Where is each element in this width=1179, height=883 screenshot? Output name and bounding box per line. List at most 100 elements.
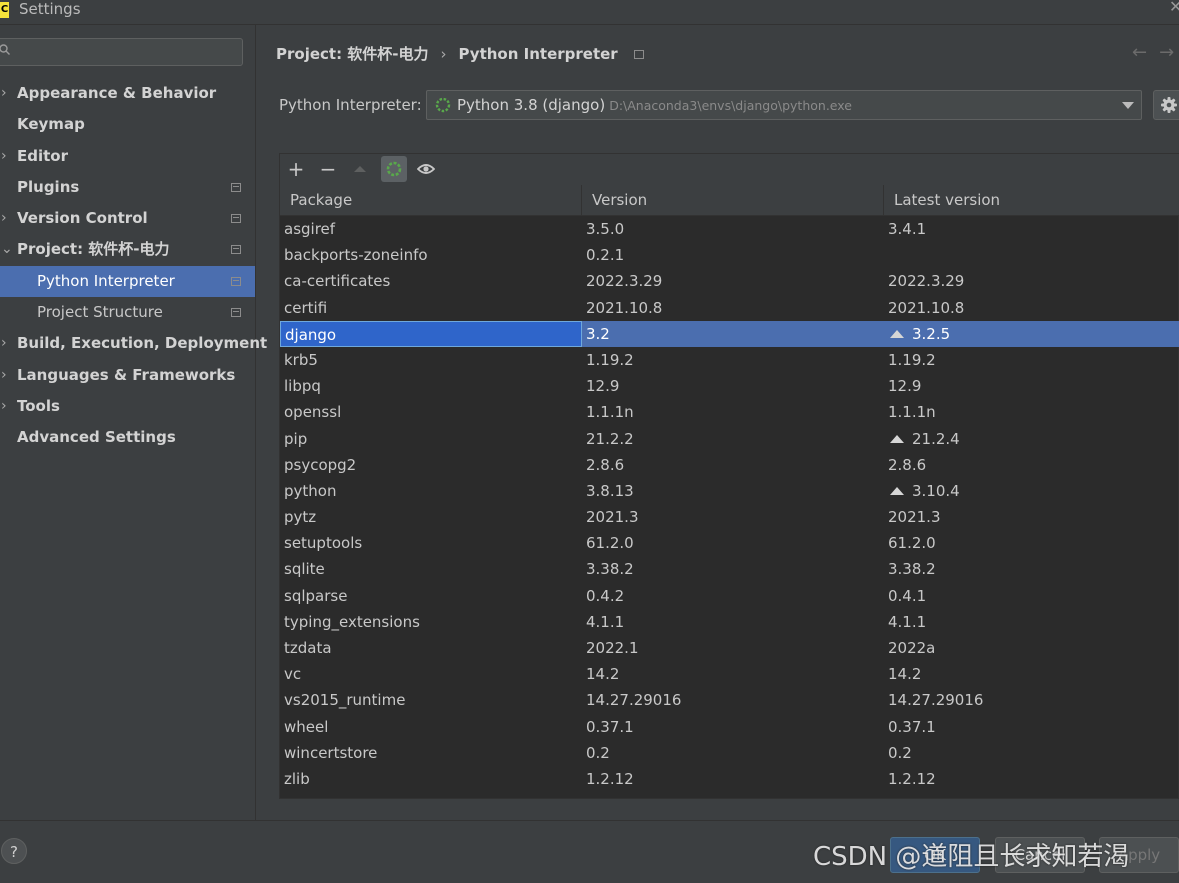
upgrade-available-icon: [890, 486, 904, 495]
sidebar-item-keymap[interactable]: Keymap: [0, 109, 255, 140]
latest-version-cell: 2021.10.8: [884, 295, 1179, 321]
version-cell: 14.2: [582, 661, 884, 687]
package-cell: certifi: [280, 295, 582, 321]
sidebar-item-python-interpreter[interactable]: Python Interpreter: [0, 265, 255, 298]
chevron-right-icon[interactable]: ›: [1, 328, 13, 359]
watermark: CSDN @道阻且长求知若渴: [813, 842, 1130, 872]
package-cell: typing_extensions: [280, 609, 582, 635]
sidebar-item-build-execution-deployment[interactable]: › Build, Execution, Deployment: [0, 328, 267, 359]
sidebar-item-appearance-behavior[interactable]: › Appearance & Behavior: [0, 78, 255, 109]
table-row[interactable]: psycopg2 2.8.6 2.8.6: [280, 452, 1179, 478]
interpreter-dropdown[interactable]: Python 3.8 (django) D:\Anaconda3\envs\dja…: [426, 90, 1142, 120]
table-row[interactable]: wheel 0.37.1 0.37.1: [280, 714, 1179, 740]
package-cell: wincertstore: [280, 740, 582, 766]
table-row[interactable]: tzdata 2022.1 2022a: [280, 635, 1179, 661]
sidebar-item-version-control[interactable]: › Version Control: [0, 203, 255, 234]
back-arrow-icon[interactable]: ←: [1132, 42, 1159, 63]
breadcrumb: Project: 软件杯-电力 › Python Interpreter: [276, 42, 644, 66]
table-row[interactable]: asgiref 3.5.0 3.4.1: [280, 216, 1179, 242]
package-cell-text: openssl: [284, 403, 342, 422]
sidebar-item-project[interactable]: ⌄ Project: 软件杯-电力: [0, 234, 255, 265]
package-cell-text: python: [284, 481, 337, 500]
upgrade-package-button[interactable]: [347, 156, 373, 182]
interpreter-settings-button[interactable]: [1153, 90, 1179, 120]
package-cell: psycopg2: [280, 452, 582, 478]
version-cell-text: 2022.1: [586, 639, 639, 657]
package-cell: pip: [280, 426, 582, 452]
latest-version-cell-text: 1.2.12: [888, 769, 936, 788]
close-icon[interactable]: ✕: [1169, 0, 1179, 18]
sidebar-item-languages-frameworks[interactable]: › Languages & Frameworks: [0, 360, 255, 391]
package-cell: vs2015_runtime: [280, 687, 582, 713]
table-row[interactable]: ca-certificates 2022.3.29 2022.3.29: [280, 268, 1179, 294]
version-cell-text: 4.1.1: [586, 612, 625, 631]
sidebar-item-plugins[interactable]: Plugins: [0, 172, 255, 203]
refresh-packages-button[interactable]: [381, 156, 407, 182]
package-cell-text: tzdata: [284, 639, 332, 657]
chevron-down-icon[interactable]: ⌄: [1, 234, 13, 265]
sidebar-item-label: Python Interpreter: [37, 271, 175, 290]
table-row[interactable]: backports-zoneinfo 0.2.1: [280, 242, 1179, 268]
table-row[interactable]: wincertstore 0.2 0.2: [280, 740, 1179, 766]
column-header-version[interactable]: Version: [582, 185, 884, 215]
breadcrumb-project[interactable]: Project: 软件杯-电力: [276, 45, 429, 63]
latest-version-cell-text: 2.8.6: [888, 455, 927, 474]
package-cell-text: django: [285, 325, 337, 344]
uninstall-package-button[interactable]: −: [315, 156, 341, 182]
table-row[interactable]: vs2015_runtime 14.27.29016 14.27.29016: [280, 687, 1179, 713]
sidebar-item-label: Project: 软件杯-电力: [17, 240, 170, 259]
sidebar-item-editor[interactable]: › Editor: [0, 141, 255, 172]
sidebar-item-label: Editor: [17, 146, 68, 165]
chevron-right-icon[interactable]: ›: [1, 391, 13, 422]
latest-version-cell: 3.4.1: [884, 216, 1179, 242]
sidebar-item-project-structure[interactable]: Project Structure: [0, 297, 255, 328]
latest-version-cell-text: 2022a: [888, 639, 936, 657]
table-row[interactable]: python 3.8.13 3.10.4: [280, 478, 1179, 504]
latest-version-cell-text: 3.2.5: [912, 324, 951, 343]
table-row[interactable]: zlib 1.2.12 1.2.12: [280, 766, 1179, 792]
table-row[interactable]: pytz 2021.3 2021.3: [280, 504, 1179, 530]
package-cell-text: vs2015_runtime: [284, 691, 406, 710]
sidebar-item-tools[interactable]: › Tools: [0, 391, 255, 422]
latest-version-cell: 0.4.1: [884, 583, 1179, 609]
show-early-releases-button[interactable]: [413, 156, 439, 182]
latest-version-cell-text: 2021.10.8: [888, 298, 965, 317]
package-cell-text: ca-certificates: [284, 272, 391, 291]
table-row[interactable]: vc 14.2 14.2: [280, 661, 1179, 687]
settings-search-input[interactable]: [0, 38, 243, 66]
table-row[interactable]: pip 21.2.2 21.2.4: [280, 426, 1179, 452]
install-package-button[interactable]: +: [283, 156, 309, 182]
column-header-latest-version[interactable]: Latest version: [884, 185, 1179, 215]
table-row[interactable]: certifi 2021.10.8 2021.10.8: [280, 295, 1179, 321]
chevron-right-icon[interactable]: ›: [1, 141, 13, 172]
latest-version-cell: 2022.3.29: [884, 268, 1179, 294]
table-row[interactable]: sqlite 3.38.2 3.38.2: [280, 556, 1179, 582]
interpreter-name: Python 3.8 (django): [457, 96, 606, 114]
package-cell-text: setuptools: [284, 534, 363, 553]
column-header-package[interactable]: Package: [280, 185, 582, 215]
package-cell-text: typing_extensions: [284, 612, 420, 631]
window-title: Settings: [19, 0, 81, 18]
table-row[interactable]: krb5 1.19.2 1.19.2: [280, 347, 1179, 373]
project-settings-icon: [231, 308, 241, 318]
package-cell-text: psycopg2: [284, 455, 357, 474]
version-cell: 21.2.2: [582, 426, 884, 452]
table-row[interactable]: setuptools 61.2.0 61.2.0: [280, 530, 1179, 556]
package-cell-text: sqlparse: [284, 586, 348, 605]
table-row[interactable]: sqlparse 0.4.2 0.4.1: [280, 583, 1179, 609]
forward-arrow-icon[interactable]: →: [1159, 42, 1179, 63]
table-row[interactable]: django 3.2 3.2.5: [280, 320, 1179, 347]
latest-version-cell-text: 1.1.1n: [888, 403, 936, 422]
table-row[interactable]: libpq 12.9 12.9: [280, 373, 1179, 399]
chevron-right-icon[interactable]: ›: [1, 203, 13, 234]
table-row[interactable]: openssl 1.1.1n 1.1.1n: [280, 399, 1179, 425]
sidebar-item-advanced-settings[interactable]: Advanced Settings: [0, 422, 255, 453]
table-row[interactable]: typing_extensions 4.1.1 4.1.1: [280, 609, 1179, 635]
help-button[interactable]: ?: [1, 838, 27, 864]
latest-version-cell-text: 0.4.1: [888, 586, 927, 605]
chevron-right-icon[interactable]: ›: [1, 78, 13, 109]
package-cell-text: pytz: [284, 508, 317, 527]
packages-table-body: asgiref 3.5.0 3.4.1 backports-zoneinfo 0.2.1…: [280, 216, 1179, 792]
version-cell: 0.4.2: [582, 583, 884, 609]
chevron-right-icon[interactable]: ›: [1, 360, 13, 391]
